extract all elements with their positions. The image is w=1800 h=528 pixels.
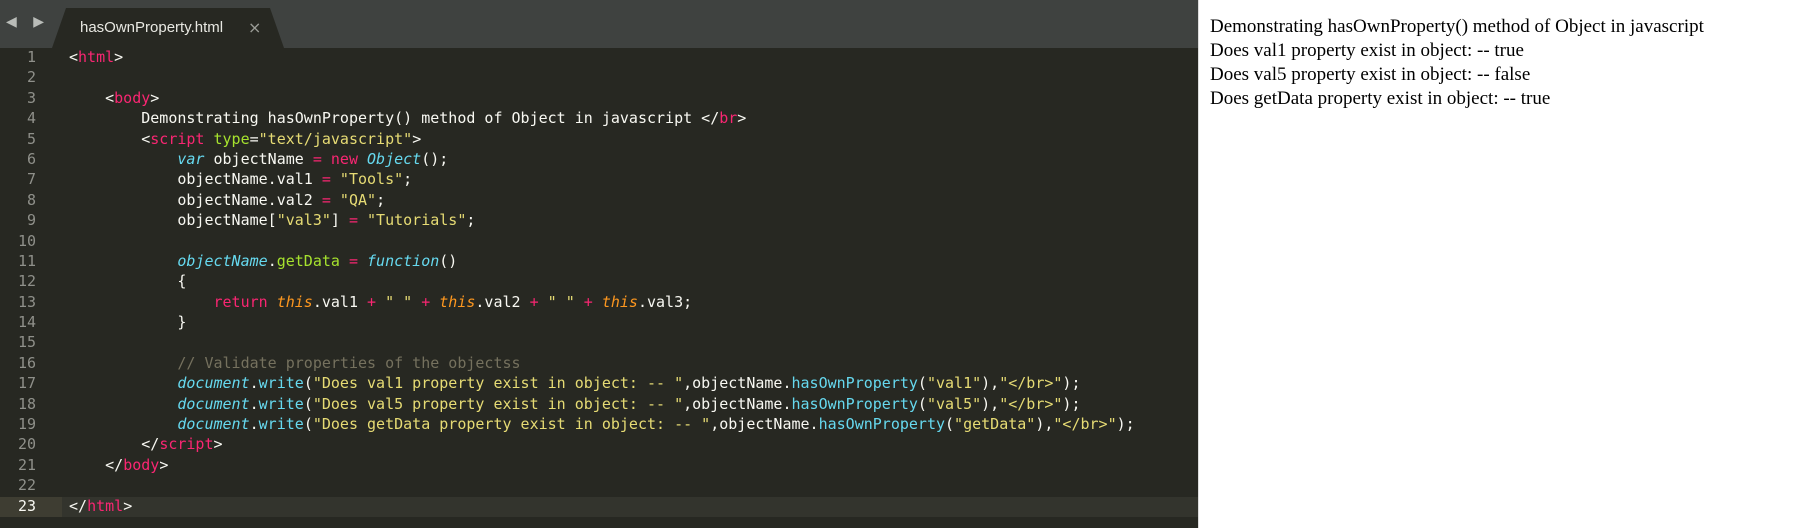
browser-output: Demonstrating hasOwnProperty() method of… <box>1198 0 1800 528</box>
tab-title: hasOwnProperty.html <box>80 19 224 36</box>
code-line: 17 document.write("Does val1 property ex… <box>0 374 1198 394</box>
line-number: 11 <box>17 251 36 270</box>
output-line: Does getData property exist in object: -… <box>1210 88 1551 109</box>
code-line: 20 </script> <box>0 435 1198 455</box>
code-line: 10 <box>0 232 1198 252</box>
code-line: 21 </body> <box>0 456 1198 476</box>
code-line: 2 <box>0 68 1198 88</box>
line-number: 18 <box>17 394 36 413</box>
line-number: 12 <box>17 272 36 291</box>
code-line: 4 Demonstrating hasOwnProperty() method … <box>0 109 1198 129</box>
line-number: 14 <box>17 313 36 332</box>
code-line: 15 <box>0 333 1198 353</box>
line-number: 16 <box>17 353 36 372</box>
code-line: 5 <script type="text/javascript"> <box>0 130 1198 150</box>
code-line: 13 return this.val1 + " " + this.val2 + … <box>0 293 1198 313</box>
code-line: 9 objectName["val3"] = "Tutorials"; <box>0 211 1198 231</box>
code-line: 8 objectName.val2 = "QA"; <box>0 191 1198 211</box>
code-line: 1 <html> <box>0 48 1198 68</box>
line-number: 5 <box>26 129 36 148</box>
code-line: 16 // Validate properties of the objects… <box>0 354 1198 374</box>
code-line: 11 objectName.getData = function() <box>0 252 1198 272</box>
line-number: 19 <box>17 415 36 434</box>
code-line: 3 <body> <box>0 89 1198 109</box>
editor-tab-bar: ◀ ▶ hasOwnProperty.html × <box>0 0 1198 48</box>
line-number: 13 <box>17 292 36 311</box>
output-line: Does val1 property exist in object: -- t… <box>1210 40 1524 61</box>
line-number: 4 <box>26 109 36 128</box>
line-number: 21 <box>17 455 36 474</box>
line-number: 7 <box>26 170 36 189</box>
code-line: 14 } <box>0 313 1198 333</box>
line-number: 22 <box>17 476 36 495</box>
code-line-current: 23 </html> <box>0 496 1198 517</box>
output-line: Does val5 property exist in object: -- f… <box>1210 64 1531 85</box>
code-editor[interactable]: ◀ ▶ hasOwnProperty.html × 1 <html> 2 3 <b… <box>0 0 1198 528</box>
line-number: 17 <box>17 374 36 393</box>
code-line: 18 document.write("Does val5 property ex… <box>0 395 1198 415</box>
line-number: 2 <box>26 68 36 87</box>
line-number: 23 <box>17 496 36 515</box>
code-area[interactable]: 1 <html> 2 3 <body> 4 Demonstrating hasOw… <box>0 48 1198 517</box>
code-line: 7 objectName.val1 = "Tools"; <box>0 170 1198 190</box>
line-number: 10 <box>17 231 36 250</box>
line-number: 20 <box>17 435 36 454</box>
output-line: Demonstrating hasOwnProperty() method of… <box>1210 16 1704 37</box>
line-number: 9 <box>26 211 36 230</box>
code-line: 12 { <box>0 272 1198 292</box>
line-number: 6 <box>26 149 36 168</box>
tab-hasownproperty[interactable]: hasOwnProperty.html × <box>52 8 284 48</box>
line-number: 8 <box>26 190 36 209</box>
code-line: 6 var objectName = new Object(); <box>0 150 1198 170</box>
code-line: 19 document.write("Does getData property… <box>0 415 1198 435</box>
nav-arrows-icon[interactable]: ◀ ▶ <box>6 14 50 30</box>
line-number: 1 <box>26 48 36 66</box>
line-number: 3 <box>26 88 36 107</box>
close-icon[interactable]: × <box>248 18 261 37</box>
code-line: 22 <box>0 476 1198 496</box>
line-number: 15 <box>17 333 36 352</box>
